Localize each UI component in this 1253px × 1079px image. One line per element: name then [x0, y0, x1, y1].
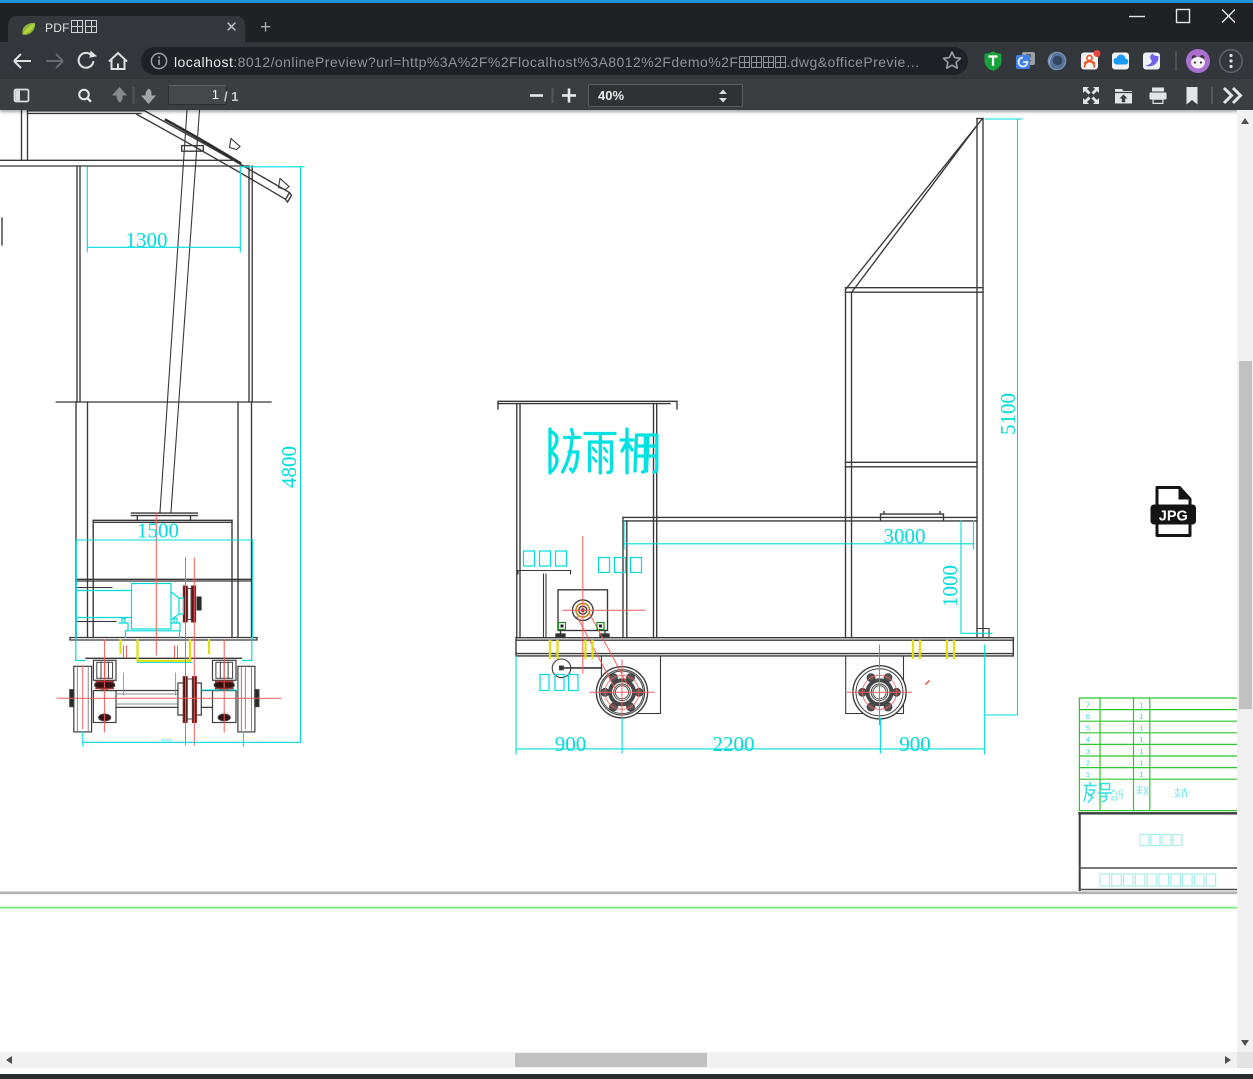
- svg-text:4140: 4140: [161, 738, 172, 744]
- svg-text:1: 1: [1139, 724, 1143, 733]
- svg-text:1500: 1500: [137, 519, 179, 543]
- svg-text:1300: 1300: [126, 228, 168, 252]
- svg-text:1: 1: [1139, 735, 1143, 744]
- svg-text:900: 900: [899, 732, 931, 756]
- svg-text:2200: 2200: [713, 732, 755, 756]
- svg-text:1: 1: [1139, 758, 1143, 767]
- svg-text:1: 1: [1086, 770, 1090, 779]
- svg-text:JPG: JPG: [1159, 508, 1188, 524]
- svg-text:4800: 4800: [277, 446, 301, 488]
- svg-text:5100: 5100: [996, 393, 1020, 435]
- svg-text:1: 1: [1139, 747, 1143, 756]
- svg-text:3: 3: [1086, 747, 1090, 756]
- svg-text:7: 7: [1086, 701, 1090, 710]
- svg-text:1: 1: [1139, 712, 1143, 721]
- svg-text:900: 900: [555, 732, 587, 756]
- svg-text:4: 4: [1086, 735, 1090, 744]
- svg-text:1000: 1000: [938, 565, 962, 607]
- svg-text:2: 2: [1086, 758, 1090, 767]
- svg-text:1: 1: [1139, 701, 1143, 710]
- svg-text:5: 5: [1086, 724, 1090, 733]
- svg-text:3000: 3000: [884, 524, 926, 548]
- svg-text:6: 6: [1086, 712, 1090, 721]
- svg-text:1: 1: [1139, 770, 1143, 779]
